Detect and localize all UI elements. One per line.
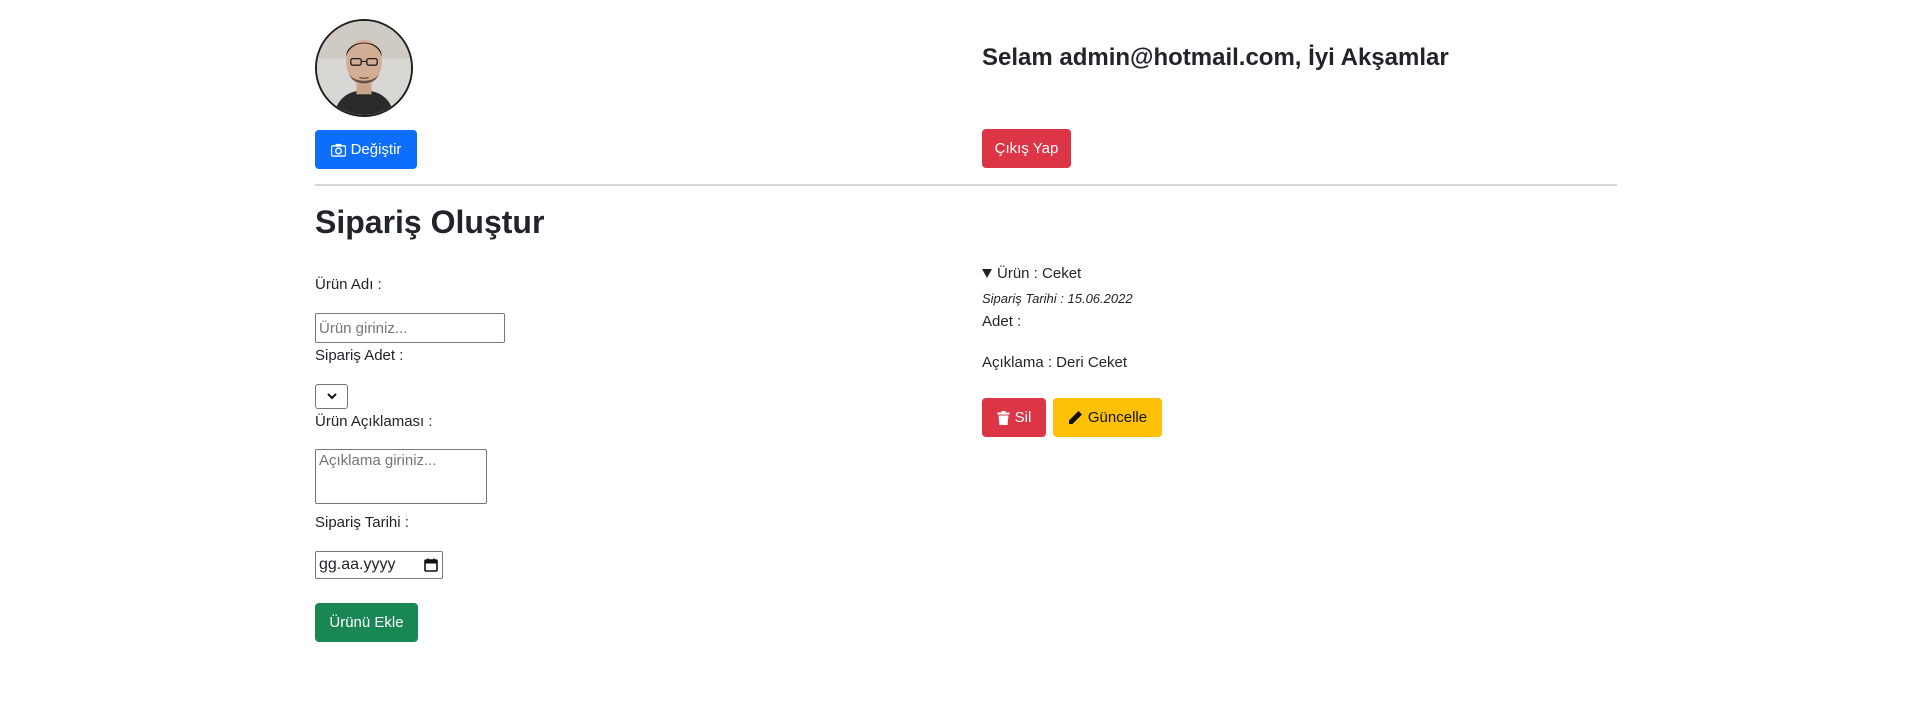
order-description-text: Açıklama : Deri Ceket	[982, 354, 1128, 371]
chevron-down-icon	[326, 393, 337, 400]
product-name-input[interactable]	[315, 313, 505, 343]
product-name-label: Ürün Adı :	[315, 276, 382, 293]
add-product-button[interactable]: Ürünü Ekle	[315, 603, 418, 642]
profile-photo	[317, 21, 411, 115]
order-date-label: Sipariş Tarihi :	[315, 514, 409, 531]
delete-order-button[interactable]: Sil	[982, 398, 1046, 437]
greeting-text: Selam admin@hotmail.com, İyi Akşamlar	[982, 44, 1449, 71]
order-product-name: Ürün : Ceket	[997, 265, 1082, 282]
product-description-label: Ürün Açıklaması :	[315, 413, 433, 430]
order-date-placeholder: gg.aa.yyyy	[319, 556, 396, 573]
order-quantity-label: Sipariş Adet :	[315, 347, 404, 364]
pencil-icon	[1068, 411, 1082, 424]
delete-label: Sil	[1014, 409, 1032, 426]
divider	[315, 184, 1617, 186]
avatar	[315, 19, 413, 117]
order-date-input[interactable]: gg.aa.yyyy	[315, 551, 443, 579]
camera-icon	[330, 143, 346, 157]
change-photo-label: Değiştir	[350, 141, 402, 158]
order-quantity-text: Adet :	[982, 313, 1022, 330]
update-label: Güncelle	[1087, 409, 1148, 426]
disclosure-triangle-icon	[982, 269, 992, 278]
calendar-icon[interactable]	[424, 558, 438, 572]
trash-icon	[997, 410, 1010, 425]
page-title: Sipariş Oluştur	[315, 204, 545, 240]
order-summary-toggle[interactable]: Ürün : Ceket	[982, 265, 1081, 282]
page-container: Değiştir Selam admin@hotmail.com, İyi Ak…	[315, 0, 1617, 728]
order-quantity-select[interactable]	[315, 384, 348, 409]
update-order-button[interactable]: Güncelle	[1053, 398, 1162, 437]
order-date-text: Sipariş Tarihi : 15.06.2022	[982, 291, 1133, 306]
product-description-input[interactable]	[315, 449, 487, 504]
logout-button[interactable]: Çıkış Yap	[982, 129, 1071, 168]
change-photo-button[interactable]: Değiştir	[315, 130, 417, 169]
